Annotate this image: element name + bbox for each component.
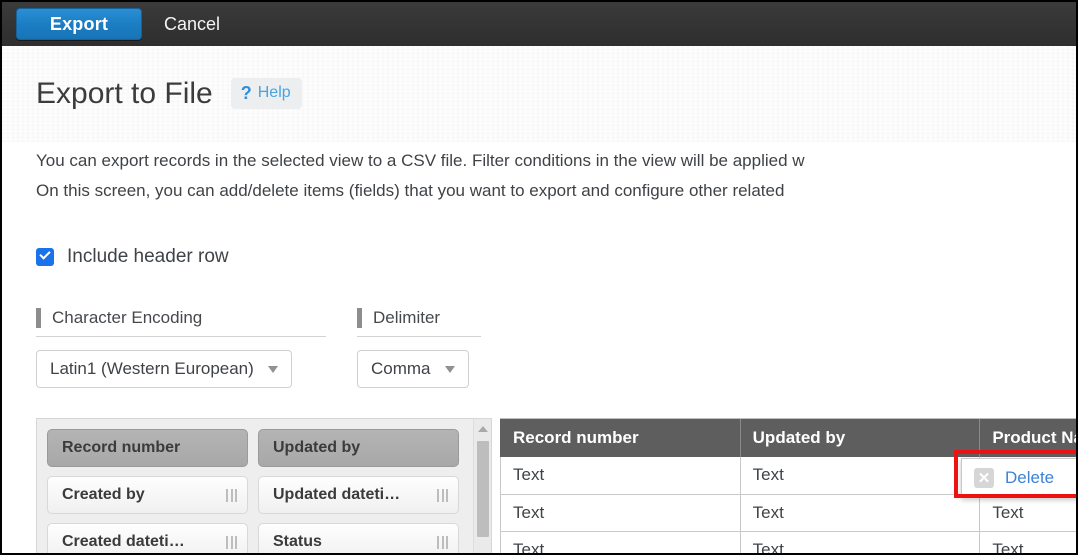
close-x-icon: ✕: [974, 468, 994, 488]
include-header-row-label: Include header row: [67, 246, 229, 268]
preview-table-cell: Text: [501, 457, 741, 494]
character-encoding-select[interactable]: Latin1 (Western European): [36, 350, 292, 388]
delete-menu-item-label[interactable]: Delete: [1005, 468, 1054, 488]
label-accent-bar: [357, 308, 362, 328]
field-chip-label: Created by: [62, 486, 220, 504]
field-chip[interactable]: Created by: [47, 476, 248, 514]
character-encoding-label: Character Encoding: [52, 308, 202, 328]
checkbox-checked-icon: [36, 248, 54, 266]
export-to-file-window: Export Cancel Export to File ? Help You …: [0, 0, 1078, 555]
description-line-2: On this screen, you can add/delete items…: [36, 176, 1076, 206]
delimiter-label-row: Delimiter: [357, 308, 481, 337]
preview-table-cell: Text: [740, 494, 980, 531]
delimiter-label: Delimiter: [373, 308, 440, 328]
chevron-down-icon: [268, 366, 278, 373]
field-chip-label: Record number: [62, 439, 237, 457]
chevron-down-icon: [445, 366, 455, 373]
field-chip[interactable]: Updated by: [258, 429, 459, 467]
delimiter-group: Delimiter Comma: [357, 308, 481, 388]
field-chip[interactable]: Updated dateti…: [258, 476, 459, 514]
available-fields-palette: Record number Updated by Created by Updated…: [36, 418, 492, 553]
drag-handle-icon[interactable]: [437, 489, 448, 502]
description-line-1: You can export records in the selected v…: [36, 146, 1076, 176]
page-header: Export to File ? Help: [36, 78, 302, 109]
preview-header-row: Record number Updated by Product Name: [501, 419, 1077, 457]
field-chip-label: Updated dateti…: [273, 486, 431, 504]
cancel-button[interactable]: Cancel: [164, 14, 220, 35]
preview-column-header-label: Product Name: [992, 428, 1076, 447]
description-text: You can export records in the selected v…: [36, 146, 1076, 206]
character-encoding-label-row: Character Encoding: [36, 308, 326, 337]
preview-table-cell: Text: [740, 457, 980, 494]
preview-table-cell: Text: [980, 531, 1076, 553]
column-context-menu[interactable]: ✕ Delete: [961, 458, 1076, 498]
delimiter-select[interactable]: Comma: [357, 350, 469, 388]
drag-handle-icon[interactable]: [226, 489, 237, 502]
drag-handle-icon[interactable]: [437, 536, 448, 549]
delimiter-value: Comma: [371, 359, 431, 379]
help-button-label: Help: [258, 85, 291, 101]
field-chip[interactable]: Created dateti…: [47, 523, 248, 553]
field-chip-list: Record number Updated by Created by Updated…: [47, 429, 459, 553]
preview-column-header[interactable]: Record number: [501, 419, 741, 457]
preview-table-cell: Text: [980, 494, 1076, 531]
drag-handle-icon[interactable]: [226, 536, 237, 549]
preview-column-header[interactable]: Product Name: [980, 419, 1076, 457]
chevron-up-icon[interactable]: [478, 426, 488, 432]
page-title: Export to File: [36, 79, 213, 109]
page-content: Export to File ? Help You can export rec…: [2, 46, 1076, 553]
preview-table-cell: Text: [501, 494, 741, 531]
preview-table-cell: Text: [501, 531, 741, 553]
preview-table-row: TextTextText: [501, 494, 1077, 531]
preview-column-header[interactable]: Updated by: [740, 419, 980, 457]
character-encoding-group: Character Encoding Latin1 (Western Europ…: [36, 308, 326, 388]
window-toolbar: Export Cancel: [2, 2, 1076, 46]
cancel-button-label: Cancel: [164, 14, 220, 34]
field-chip-label: Created dateti…: [62, 533, 220, 551]
field-chip[interactable]: Status: [258, 523, 459, 553]
preview-column-header-label: Record number: [513, 428, 639, 447]
palette-scrollbar[interactable]: [473, 419, 491, 553]
export-button-label: Export: [50, 14, 108, 35]
export-button[interactable]: Export: [16, 8, 142, 40]
label-accent-bar: [36, 308, 41, 328]
include-header-row-checkbox[interactable]: Include header row: [36, 246, 229, 268]
character-encoding-value: Latin1 (Western European): [50, 359, 254, 379]
preview-table-head: Record number Updated by Product Name: [501, 419, 1077, 457]
field-chip-label: Updated by: [273, 439, 448, 457]
preview-table-cell: Text: [740, 531, 980, 553]
question-mark-icon: ?: [241, 84, 252, 102]
palette-scrollbar-thumb[interactable]: [477, 441, 489, 537]
field-chip-label: Status: [273, 533, 431, 551]
field-chip[interactable]: Record number: [47, 429, 248, 467]
help-button[interactable]: ? Help: [231, 78, 302, 109]
preview-table-row: TextTextText: [501, 531, 1077, 553]
preview-column-header-label: Updated by: [753, 428, 846, 447]
